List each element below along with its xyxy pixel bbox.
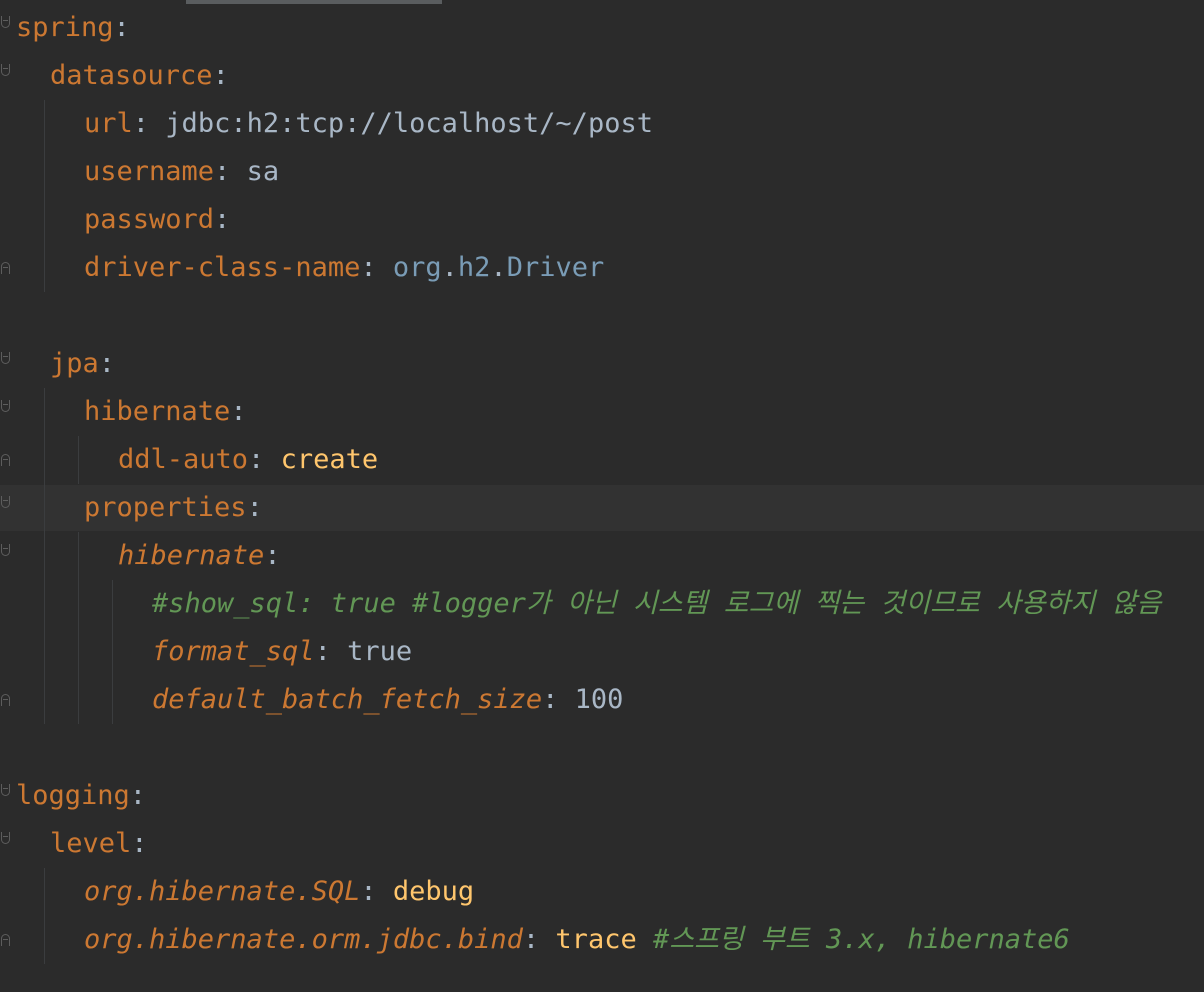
colon: : [360, 876, 377, 907]
yaml-key: properties [84, 492, 247, 523]
yaml-key: ddl-auto [118, 444, 249, 475]
yaml-value: sa [230, 156, 280, 187]
code-line[interactable]: format_sql: true [152, 628, 412, 676]
colon: : [129, 780, 147, 811]
colon: : [230, 396, 247, 427]
yaml-key: org.hibernate.SQL [84, 876, 361, 907]
yaml-key: default_batch_fetch_size [152, 684, 543, 715]
editor-tab-indicator[interactable] [186, 0, 442, 4]
yaml-key: hibernate [84, 396, 231, 427]
yaml-key: driver-class-name [84, 252, 361, 283]
yaml-value: jdbc:h2:tcp://localhost/~/post [149, 108, 653, 139]
code-line[interactable]: spring: [16, 4, 130, 52]
yaml-comment: #show_sql: true #logger가 아닌 시스템 로그에 찍는 것… [152, 588, 1162, 619]
class-name-part: Driver [506, 252, 605, 283]
fold-open-icon[interactable] [1, 496, 10, 508]
yaml-key: url [84, 108, 133, 139]
yaml-key: logging [16, 780, 130, 811]
yaml-key: password [84, 204, 215, 235]
yaml-key: hibernate [118, 540, 265, 571]
yaml-key: org.hibernate.orm.jdbc.bind [84, 924, 523, 955]
fold-open-icon[interactable] [1, 400, 10, 412]
yaml-value: 100 [558, 684, 624, 715]
code-line[interactable]: level: [50, 820, 148, 868]
yaml-key: datasource [50, 60, 213, 91]
colon: : [248, 444, 265, 475]
code-editor[interactable]: spring: datasource: url: jdbc:h2:tcp://l… [0, 0, 1204, 992]
colon: : [214, 156, 231, 187]
yaml-value: create [264, 444, 379, 475]
fold-close-icon[interactable] [1, 262, 10, 274]
code-line[interactable]: ddl-auto: create [118, 436, 378, 484]
code-line[interactable]: hibernate: [84, 388, 247, 436]
colon: : [542, 684, 559, 715]
fold-open-icon[interactable] [1, 832, 10, 844]
indent-guide [78, 532, 79, 724]
colon: : [113, 12, 130, 43]
colon: : [98, 348, 116, 379]
fold-open-icon[interactable] [1, 16, 10, 28]
code-line[interactable]: org.hibernate.orm.jdbc.bind: trace #스프링 … [84, 916, 1070, 964]
yaml-value: true [330, 636, 413, 667]
code-line[interactable]: org.hibernate.SQL: debug [84, 868, 474, 916]
yaml-value: debug [376, 876, 475, 907]
code-line[interactable]: datasource: [50, 52, 229, 100]
code-line[interactable]: driver-class-name: org.h2.Driver [84, 244, 604, 292]
yaml-key: level [50, 828, 132, 859]
fold-close-icon[interactable] [1, 694, 10, 706]
code-line[interactable]: properties: [84, 484, 263, 532]
colon: : [314, 636, 331, 667]
code-line[interactable]: hibernate: [118, 532, 281, 580]
indent-guide [44, 868, 45, 964]
dot: . [441, 252, 458, 283]
code-line[interactable]: #show_sql: true #logger가 아닌 시스템 로그에 찍는 것… [152, 580, 1161, 628]
yaml-key: format_sql [152, 636, 315, 667]
colon: : [214, 204, 231, 235]
colon: : [131, 828, 148, 859]
colon: : [264, 540, 281, 571]
indent-guide [112, 580, 113, 724]
code-line[interactable]: password: [84, 196, 230, 244]
colon: : [132, 108, 150, 139]
indent-guide [44, 388, 45, 724]
code-line[interactable]: default_batch_fetch_size: 100 [152, 676, 623, 724]
code-line[interactable]: jpa: [50, 340, 115, 388]
colon: : [522, 924, 540, 955]
yaml-key: jpa [50, 348, 99, 379]
code-line[interactable]: username: sa [84, 148, 279, 196]
colon: : [212, 60, 229, 91]
fold-open-icon[interactable] [1, 352, 10, 364]
indent-guide [44, 100, 45, 292]
code-line[interactable]: url: jdbc:h2:tcp://localhost/~/post [84, 100, 653, 148]
fold-close-icon[interactable] [1, 454, 10, 466]
fold-open-icon[interactable] [1, 64, 10, 76]
fold-open-icon[interactable] [1, 784, 10, 796]
yaml-value: trace [539, 924, 637, 955]
indent-guide [78, 436, 79, 484]
class-name-part: h2 [457, 252, 491, 283]
fold-open-icon[interactable] [1, 544, 10, 556]
class-name-part: org [376, 252, 442, 283]
code-line[interactable]: logging: [16, 772, 146, 820]
colon: : [246, 492, 263, 523]
yaml-key: username [84, 156, 215, 187]
dot: . [490, 252, 507, 283]
yaml-comment: #스프링 부트 3.x, hibernate6 [636, 924, 1070, 955]
fold-close-icon[interactable] [1, 934, 10, 946]
yaml-key: spring [16, 12, 114, 43]
colon: : [360, 252, 377, 283]
